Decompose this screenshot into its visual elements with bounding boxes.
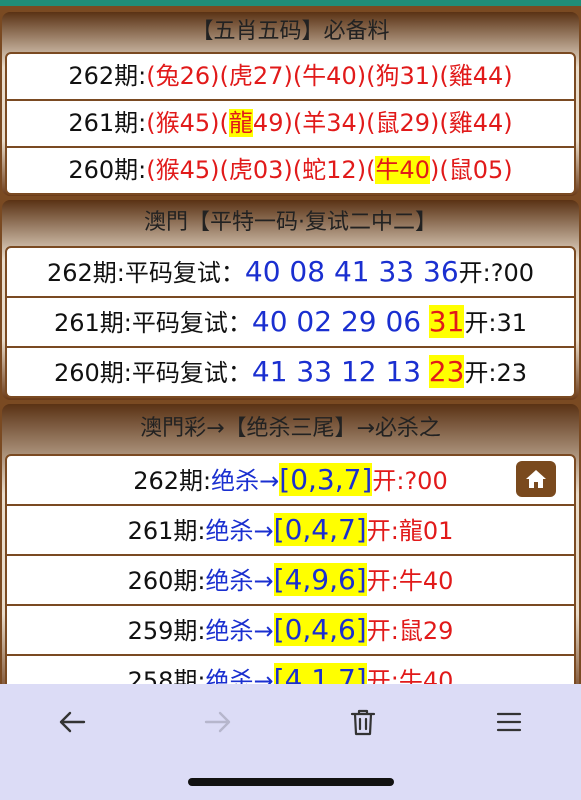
kill-tails: [0,4,6] — [273, 613, 367, 646]
panel-title: 澳門彩→【绝杀三尾】→必杀之 — [140, 416, 441, 441]
panel-five-zodiac: 【五肖五码】必备料 262期:(兔26)(虎27)(牛40)(狗31)(雞44)… — [2, 12, 579, 196]
row-262: 262期:平码复试：40 08 41 33 36开:?00 — [7, 248, 574, 298]
kill-label: 绝杀→ — [211, 467, 280, 495]
back-button[interactable] — [52, 702, 92, 742]
zodiac-item: (鼠05) — [439, 156, 513, 184]
kill-label: 绝杀→ — [205, 617, 274, 645]
menu-icon — [496, 712, 522, 732]
zodiac-item: (虎03) — [219, 156, 293, 184]
row-261: 261期:(猴45)(龍49)(羊34)(鼠29)(雞44) — [7, 101, 574, 148]
row-261: 261期:平码复试：40 02 29 06 31开:31 — [7, 298, 574, 348]
open-result: 开:23 — [464, 359, 528, 387]
forward-arrow-icon — [204, 711, 231, 733]
zodiac-item: (狗31) — [366, 62, 440, 90]
hit-number: 23 — [428, 355, 465, 388]
kill-label: 绝杀→ — [205, 517, 274, 545]
panel-flat-special: 澳門【平特一码·复试二中二】 262期:平码复试：40 08 41 33 36开… — [2, 200, 579, 400]
trash-icon — [350, 709, 376, 736]
back-arrow-icon — [59, 711, 86, 733]
zodiac-item: (雞44) — [439, 109, 513, 137]
zodiac-item: (虎27) — [219, 62, 293, 90]
row-261: 261期:绝杀→[0,4,7]开:龍01 — [7, 506, 574, 556]
zodiac-item: (兔26) — [146, 62, 220, 90]
zodiac-item: (雞44) — [439, 62, 513, 90]
zodiac-item: (牛40) — [292, 62, 367, 90]
period-label: 260期: — [127, 567, 206, 595]
open-result: 开:?00 — [372, 467, 448, 495]
period-label: 259期: — [127, 617, 206, 645]
open-result: 开:龍01 — [366, 517, 454, 545]
panel-title: 澳門【平特一码·复试二中二】 — [144, 210, 437, 235]
forward-button[interactable] — [198, 702, 238, 742]
rows-flat-special: 262期:平码复试：40 08 41 33 36开:?00 261期:平码复试：… — [5, 246, 576, 398]
numbers: 40 02 29 06 — [251, 305, 422, 338]
zodiac-item: ) — [429, 156, 440, 184]
open-result: 开:鼠29 — [366, 617, 454, 645]
numbers: 40 08 41 33 36 — [244, 255, 459, 288]
zodiac-item: (蛇12) — [292, 156, 367, 184]
row-260: 260期:(猴45)(虎03)(蛇12)(牛40)(鼠05) — [7, 148, 574, 193]
kill-tails: [0,4,7] — [273, 513, 367, 546]
row-262: 262期:(兔26)(虎27)(牛40)(狗31)(雞44) — [7, 54, 574, 101]
panel-kill-tails: 澳門彩→【绝杀三尾】→必杀之 262期:绝杀→[0,3,7]开:?00 261期… — [2, 404, 579, 718]
row-label: 261期:平码复试： — [53, 309, 252, 337]
menu-button[interactable] — [489, 702, 529, 742]
zodiac-item: (猴45) — [146, 156, 220, 184]
top-accent-bar — [0, 0, 581, 6]
zodiac-item: ( — [219, 109, 229, 137]
row-label: 260期:平码复试： — [53, 359, 252, 387]
row-label: 262期:平码复试： — [46, 259, 245, 287]
open-result: 开:31 — [464, 309, 528, 337]
zodiac-highlight: 牛40 — [375, 156, 430, 184]
open-result: 开:?00 — [458, 259, 535, 287]
row-260: 260期:平码复试：41 33 12 13 23开:23 — [7, 348, 574, 396]
zodiac-item: (羊34) — [292, 109, 367, 137]
period-label: 260期: — [68, 156, 147, 184]
hit-number: 31 — [428, 305, 465, 338]
zodiac-item: 49) — [252, 109, 293, 137]
row-262: 262期:绝杀→[0,3,7]开:?00 — [7, 456, 574, 506]
home-indicator — [188, 778, 394, 786]
rows-five-zodiac: 262期:(兔26)(虎27)(牛40)(狗31)(雞44) 261期:(猴45… — [5, 52, 576, 195]
period-label: 261期: — [127, 517, 206, 545]
delete-button[interactable] — [343, 702, 383, 742]
period-label: 262期: — [68, 62, 147, 90]
period-label: 261期: — [68, 109, 147, 137]
kill-label: 绝杀→ — [205, 567, 274, 595]
open-result: 开:牛40 — [366, 567, 454, 595]
row-260: 260期:绝杀→[4,9,6]开:牛40 — [7, 556, 574, 606]
home-button[interactable] — [516, 461, 556, 497]
kill-tails: [4,9,6] — [273, 563, 367, 596]
panel-title: 【五肖五码】必备料 — [191, 19, 390, 44]
zodiac-item: (猴45) — [146, 109, 220, 137]
row-259: 259期:绝杀→[0,4,6]开:鼠29 — [7, 606, 574, 656]
home-icon — [526, 470, 546, 488]
rows-kill-tails: 262期:绝杀→[0,3,7]开:?00 261期:绝杀→[0,4,7]开:龍0… — [5, 454, 576, 718]
zodiac-item: (鼠29) — [366, 109, 440, 137]
kill-tails: [0,3,7] — [279, 463, 373, 496]
period-label: 262期: — [133, 467, 212, 495]
numbers: 41 33 12 13 — [251, 355, 422, 388]
zodiac-highlight: 龍 — [228, 109, 253, 137]
